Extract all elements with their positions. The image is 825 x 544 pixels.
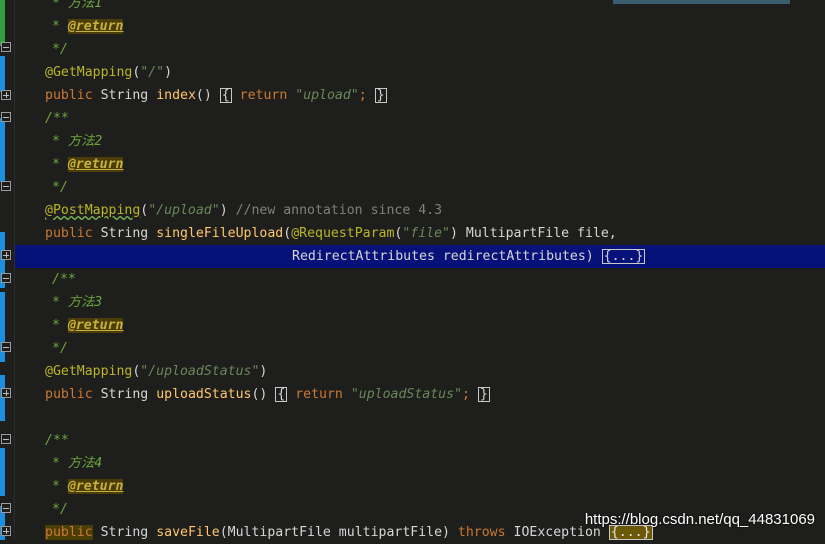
code-line-current: RedirectAttributes redirectAttributes) {… xyxy=(15,245,825,268)
method-name: index xyxy=(156,88,196,103)
watermark-url: https://blog.csdn.net/qq_44831069 xyxy=(584,511,815,528)
type-name: String xyxy=(100,387,149,402)
vcs-modified-marker xyxy=(0,56,5,92)
comment-text: 方法3 xyxy=(67,295,103,310)
type-name: String xyxy=(100,88,149,103)
code-editor[interactable]: * 方法1 * @return */ @GetMapping("/") publ… xyxy=(0,0,825,540)
keyword: return xyxy=(295,387,343,402)
annotation: @GetMapping xyxy=(45,364,133,379)
parameter: RedirectAttributes redirectAttributes) xyxy=(292,249,594,264)
brace-match[interactable]: { xyxy=(219,88,232,103)
string-literal: "file" xyxy=(402,226,450,241)
code-line: /** xyxy=(45,433,69,448)
fold-collapse-icon[interactable] xyxy=(1,273,11,283)
code-line: */ xyxy=(52,180,68,195)
fold-expand-icon[interactable] xyxy=(1,526,11,536)
code-line: * @return xyxy=(52,19,124,34)
keyword: public xyxy=(45,525,93,540)
vcs-modified-marker xyxy=(0,375,5,421)
code-line: * 方法1 xyxy=(15,0,825,15)
fold-collapse-icon[interactable] xyxy=(1,434,11,444)
type-name: String xyxy=(100,226,149,241)
javadoc-return-tag: @return xyxy=(67,157,124,172)
editor-gutter xyxy=(0,0,14,540)
code-area[interactable]: * 方法1 * @return */ @GetMapping("/") publ… xyxy=(15,0,825,540)
code-line: public String singleFileUpload(@RequestP… xyxy=(45,226,617,241)
string-literal: "/" xyxy=(140,65,165,80)
fold-collapse-icon[interactable] xyxy=(1,112,11,122)
code-line: * 方法4 xyxy=(52,456,103,471)
comment-text: 方法1 xyxy=(67,0,103,11)
code-line: */ xyxy=(52,42,68,57)
code-line: @PostMapping("/upload") //new annotation… xyxy=(45,203,443,218)
fold-expand-icon[interactable] xyxy=(1,90,11,100)
brace-match[interactable]: } xyxy=(374,88,387,103)
parameter: (MultipartFile multipartFile) xyxy=(219,525,450,540)
code-line: public String uploadStatus() { return "u… xyxy=(45,387,490,402)
code-line: public String index() { return "upload";… xyxy=(45,88,387,103)
keyword: return xyxy=(239,88,288,103)
keyword: public xyxy=(45,387,93,402)
code-line: * 方法2 xyxy=(52,134,103,149)
keyword: public xyxy=(45,88,93,103)
method-name: uploadStatus xyxy=(156,387,252,402)
javadoc-return-tag: @return xyxy=(67,479,124,494)
keyword: public xyxy=(45,226,93,241)
code-line: @GetMapping("/") xyxy=(45,65,173,80)
code-line: * @return xyxy=(52,479,124,494)
line-comment: //new annotation since 4.3 xyxy=(235,203,443,218)
fold-collapse-icon[interactable] xyxy=(1,181,11,191)
comment-text: 方法4 xyxy=(67,456,103,471)
fold-expand-icon[interactable] xyxy=(1,250,11,260)
code-line: /** xyxy=(45,111,69,126)
string-literal: "/upload" xyxy=(148,203,220,218)
vcs-modified-marker xyxy=(0,118,5,182)
comment-text: 方法2 xyxy=(67,134,103,149)
vcs-modified-marker xyxy=(0,448,5,496)
parameter: MultipartFile file, xyxy=(465,226,617,241)
fold-expand-icon[interactable] xyxy=(1,388,11,398)
type-name: String xyxy=(100,525,149,540)
annotation: @PostMapping xyxy=(45,203,141,218)
code-line: * @return xyxy=(52,157,124,172)
brace-match[interactable]: { xyxy=(275,387,288,402)
javadoc-return-tag: @return xyxy=(67,19,124,34)
vcs-added-marker xyxy=(0,0,5,46)
code-line: * @return xyxy=(52,318,124,333)
string-literal: "uploadStatus" xyxy=(350,387,462,402)
string-literal: "/uploadStatus" xyxy=(140,364,260,379)
string-literal: "upload" xyxy=(295,88,359,103)
code-line: * 方法3 xyxy=(52,295,103,310)
javadoc-return-tag: @return xyxy=(67,318,124,333)
fold-collapse-icon[interactable] xyxy=(1,342,11,352)
annotation: @GetMapping xyxy=(45,65,133,80)
folded-code-region[interactable]: {...} xyxy=(601,249,646,264)
fold-collapse-icon[interactable] xyxy=(1,42,11,52)
code-line: */ xyxy=(52,341,68,356)
brace-match[interactable]: } xyxy=(477,387,490,402)
method-name: singleFileUpload xyxy=(156,226,284,241)
code-line: /** xyxy=(52,272,76,287)
code-line: @GetMapping("/uploadStatus") xyxy=(45,364,268,379)
annotation: @RequestParam xyxy=(291,226,395,241)
method-name: saveFile xyxy=(156,525,220,540)
fold-collapse-icon[interactable] xyxy=(1,503,11,513)
keyword: throws xyxy=(457,525,506,540)
